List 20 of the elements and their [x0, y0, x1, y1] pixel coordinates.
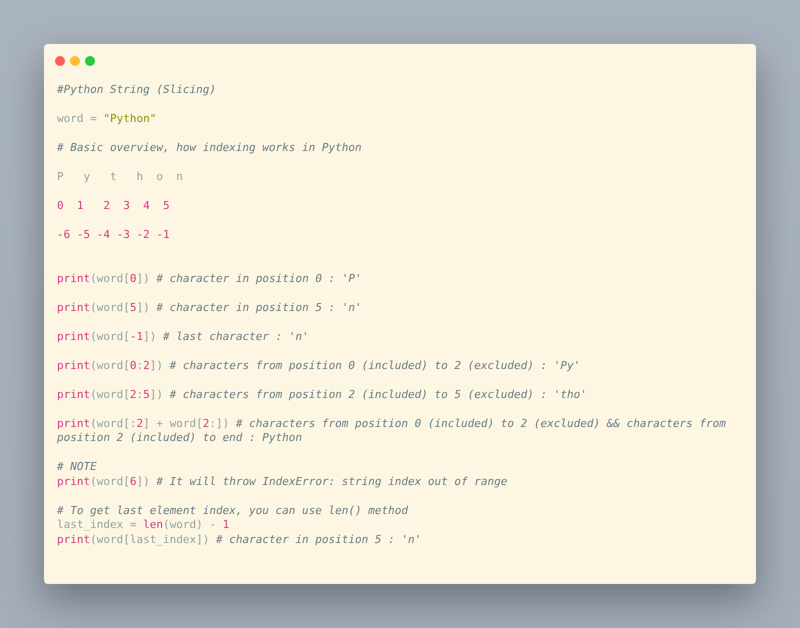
close-button[interactable]: [55, 56, 65, 66]
code-line: print(word[0]) # character in position 0 : 'P': [57, 272, 363, 286]
code-line: #Python String (Slicing): [57, 83, 217, 98]
code-line: print(word[2:5]) # characters from position 2 (included) to 5 (excluded) : 'tho': [57, 388, 588, 402]
zoom-button[interactable]: [85, 56, 95, 66]
code-line: print(word[0:2]) # characters from position 0 (included) to 2 (excluded) : 'Py': [57, 358, 582, 373]
code-line: P y t h o n: [57, 170, 184, 184]
code-line: # Basic overview, how indexing works in Python: [57, 141, 363, 156]
code-line: word = "Python": [57, 112, 158, 126]
code-line: -6 -5 -4 -3 -2 -1: [57, 228, 171, 242]
code-line: # NOTE: [57, 460, 98, 474]
code-line: print(word[5]) # character in position 5 : 'n': [57, 300, 363, 315]
code-line: print(word[-1]) # last character : 'n': [57, 330, 310, 344]
code-line: # To get last element index, you can use len() method: [57, 504, 409, 518]
code-line: print(word[last_index]) # character in position 5 : 'n': [57, 532, 422, 547]
code-line: print(word[6]) # It will throw IndexError: string index out of range: [57, 474, 508, 489]
code-line: last_index = len(word) - 1: [57, 518, 230, 532]
code-line: print(word[:2] + word[2:]) # characters from position 0 (included) to 2 (excluded) && characters from position 2 (included) to end : Python: [57, 416, 727, 446]
code-line: 0 1 2 3 4 5: [57, 199, 171, 214]
minimize-button[interactable]: [70, 56, 80, 66]
